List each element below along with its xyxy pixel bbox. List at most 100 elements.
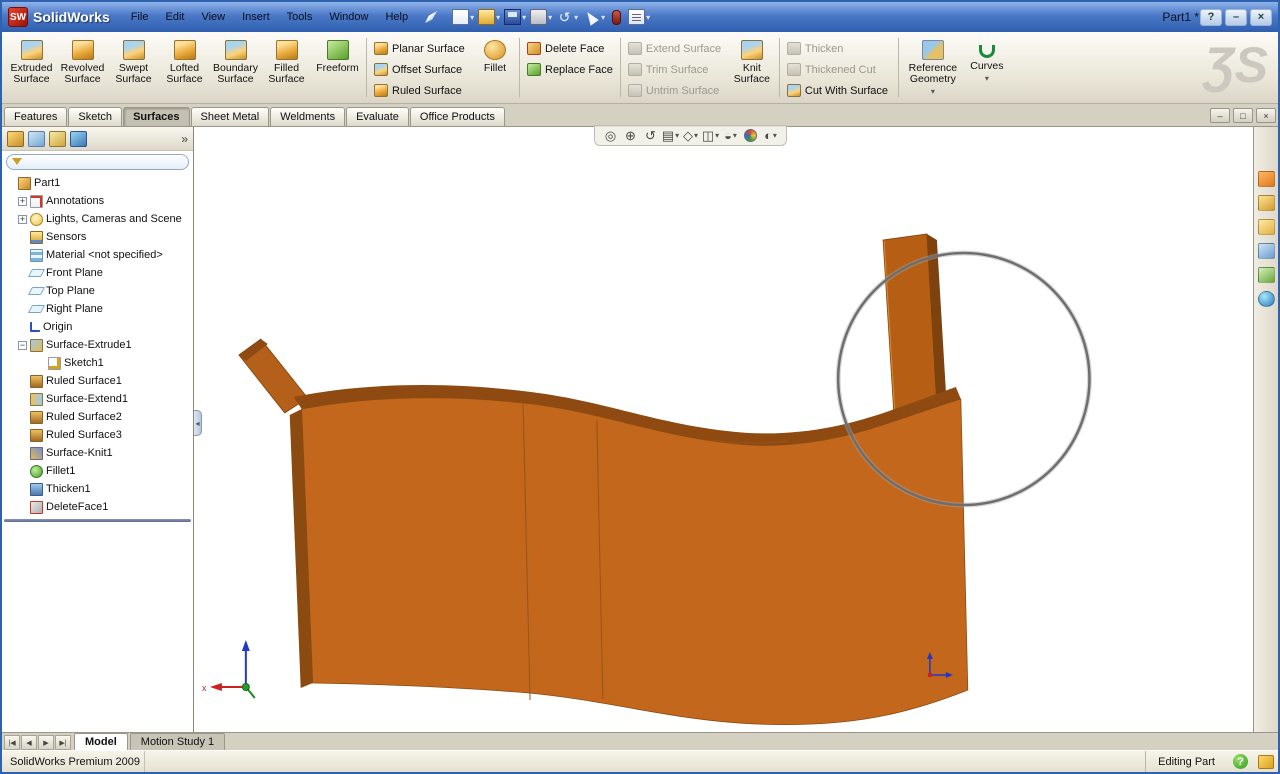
knit-surface-button[interactable]: Knit Surface bbox=[728, 34, 776, 101]
tree-item-surface-knit1[interactable]: Surface-Knit1 bbox=[2, 444, 193, 462]
menu-insert[interactable]: Insert bbox=[234, 8, 278, 26]
close-button[interactable]: × bbox=[1250, 8, 1272, 26]
view-settings-icon[interactable]: ◐ ▾ bbox=[761, 127, 780, 144]
new-document-button[interactable]: ▾ bbox=[450, 8, 476, 26]
dimxpertmanager-tab-icon[interactable] bbox=[70, 130, 87, 147]
tree-item-lights[interactable]: + Lights, Cameras and Scene bbox=[2, 210, 193, 228]
tree-item-front-plane[interactable]: Front Plane bbox=[2, 264, 193, 282]
tree-filter-field[interactable] bbox=[6, 153, 189, 170]
sketch-circle[interactable] bbox=[835, 250, 1092, 508]
tree-item-origin[interactable]: Origin bbox=[2, 318, 193, 336]
open-button[interactable]: ▾ bbox=[476, 8, 502, 26]
fillet-button[interactable]: Fillet bbox=[474, 34, 516, 101]
menu-view[interactable]: View bbox=[193, 8, 233, 26]
freeform-button[interactable]: Freeform bbox=[312, 34, 363, 101]
thickened-cut-button[interactable]: Thickened Cut bbox=[783, 60, 895, 79]
view-orientation-icon[interactable]: ◇ ▾ bbox=[681, 127, 700, 144]
tab-scroll-first-button[interactable]: |◀ bbox=[4, 735, 20, 750]
zoom-fit-icon[interactable]: ◎ bbox=[601, 127, 620, 144]
design-library-icon[interactable] bbox=[1257, 195, 1275, 211]
tree-item-ruled-surface2[interactable]: Ruled Surface2 bbox=[2, 408, 193, 426]
graphics-viewport[interactable]: ◎ ⊕ ↺ ▤ ▾ ◇ ▾ ◫ ▾ ◒ ▾ ◐ ▾ ◂ x bbox=[194, 125, 1253, 732]
expander[interactable]: − bbox=[18, 340, 27, 350]
menu-edit[interactable]: Edit bbox=[158, 8, 193, 26]
tab-scroll-prev-button[interactable]: ◀ bbox=[21, 735, 37, 750]
tree-item-sketch1[interactable]: Sketch1 bbox=[2, 354, 193, 372]
menu-window[interactable]: Window bbox=[321, 8, 376, 26]
dropdown-caret-icon[interactable]: ▾ bbox=[985, 75, 989, 83]
tree-item-material[interactable]: Material <not specified> bbox=[2, 246, 193, 264]
planar-surface-button[interactable]: Planar Surface bbox=[370, 39, 474, 58]
reference-geometry-button[interactable]: Reference Geometry ▾ bbox=[902, 34, 964, 101]
featuremanager-tab-icon[interactable] bbox=[7, 130, 24, 147]
resources-home-icon[interactable] bbox=[1257, 171, 1275, 187]
print-button[interactable]: ▾ bbox=[528, 8, 554, 26]
appearances-icon[interactable] bbox=[1257, 291, 1275, 307]
tree-item-sensors[interactable]: Sensors bbox=[2, 228, 193, 246]
menu-tools[interactable]: Tools bbox=[279, 8, 321, 26]
tab-features[interactable]: Features bbox=[4, 107, 68, 126]
replace-face-button[interactable]: Replace Face bbox=[523, 60, 617, 79]
tab-office-products[interactable]: Office Products bbox=[409, 107, 505, 126]
doc-minimize-button[interactable]: – bbox=[1210, 108, 1230, 123]
hide-show-items-icon[interactable]: ◒ ▾ bbox=[721, 127, 740, 144]
delete-face-button[interactable]: Delete Face bbox=[523, 39, 617, 58]
tree-item-surface-extrude1[interactable]: − Surface-Extrude1 bbox=[2, 336, 193, 354]
boundary-surface-button[interactable]: Boundary Surface bbox=[210, 34, 261, 101]
ruled-surface-button[interactable]: Ruled Surface bbox=[370, 81, 474, 100]
panel-overflow-chevron[interactable]: » bbox=[181, 132, 188, 146]
apply-scene-icon[interactable] bbox=[741, 127, 760, 144]
tree-item-surface-extend1[interactable]: Surface-Extend1 bbox=[2, 390, 193, 408]
rebuild-button[interactable] bbox=[607, 9, 626, 26]
doc-restore-button[interactable]: □ bbox=[1233, 108, 1253, 123]
display-style-icon[interactable]: ◫ ▾ bbox=[701, 127, 720, 144]
extruded-surface-button[interactable]: Extruded Surface bbox=[6, 34, 57, 101]
dropdown-caret-icon[interactable]: ▾ bbox=[931, 88, 935, 96]
tree-item-fillet1[interactable]: Fillet1 bbox=[2, 462, 193, 480]
offset-surface-button[interactable]: Offset Surface bbox=[370, 60, 474, 79]
options-button[interactable]: ▾ bbox=[626, 8, 652, 26]
tab-sketch[interactable]: Sketch bbox=[68, 107, 123, 126]
tree-item-annotations[interactable]: + Annotations bbox=[2, 192, 193, 210]
propertymanager-tab-icon[interactable] bbox=[28, 130, 45, 147]
filled-surface-button[interactable]: Filled Surface bbox=[261, 34, 312, 101]
panel-splitter-handle[interactable]: ◂ bbox=[194, 410, 202, 436]
doc-close-button[interactable]: × bbox=[1256, 108, 1276, 123]
tree-item-deleteface1[interactable]: DeleteFace1 bbox=[2, 498, 193, 516]
tree-item-ruled-surface3[interactable]: Ruled Surface3 bbox=[2, 426, 193, 444]
menu-help[interactable]: Help bbox=[377, 8, 416, 26]
lofted-surface-button[interactable]: Lofted Surface bbox=[159, 34, 210, 101]
cut-with-surface-button[interactable]: Cut With Surface bbox=[783, 81, 895, 100]
tab-scroll-next-button[interactable]: ▶ bbox=[38, 735, 54, 750]
tree-item-part1[interactable]: Part1 bbox=[2, 174, 193, 192]
configurationmanager-tab-icon[interactable] bbox=[49, 130, 66, 147]
model-surface[interactable] bbox=[289, 385, 969, 726]
tree-item-top-plane[interactable]: Top Plane bbox=[2, 282, 193, 300]
tab-evaluate[interactable]: Evaluate bbox=[346, 107, 409, 126]
search-icon[interactable] bbox=[1257, 243, 1275, 259]
curves-button[interactable]: Curves ▾ bbox=[964, 34, 1010, 101]
zoom-to-area-icon[interactable]: ⊕ bbox=[621, 127, 640, 144]
swept-surface-button[interactable]: Swept Surface bbox=[108, 34, 159, 101]
untrim-surface-button[interactable]: Untrim Surface bbox=[624, 81, 728, 100]
tab-weldments[interactable]: Weldments bbox=[270, 107, 346, 126]
tree-item-thicken1[interactable]: Thicken1 bbox=[2, 480, 193, 498]
extend-surface-button[interactable]: Extend Surface bbox=[624, 39, 728, 58]
graphics-area[interactable]: x bbox=[194, 127, 1253, 732]
tab-sheet-metal[interactable]: Sheet Metal bbox=[190, 107, 270, 126]
previous-view-icon[interactable]: ↺ bbox=[641, 127, 660, 144]
revolved-surface-button[interactable]: Revolved Surface bbox=[57, 34, 108, 101]
select-button[interactable]: ▾ bbox=[580, 8, 607, 26]
tree-item-right-plane[interactable]: Right Plane bbox=[2, 300, 193, 318]
rollback-bar[interactable] bbox=[4, 519, 191, 522]
view-palette-icon[interactable] bbox=[1257, 267, 1275, 283]
expander[interactable]: + bbox=[18, 214, 27, 224]
minimize-button[interactable]: – bbox=[1225, 8, 1247, 26]
tab-surfaces[interactable]: Surfaces bbox=[123, 107, 190, 126]
thicken-button[interactable]: Thicken bbox=[783, 39, 895, 58]
tab-motion-study-1[interactable]: Motion Study 1 bbox=[129, 733, 226, 750]
tab-model[interactable]: Model bbox=[74, 733, 128, 750]
section-view-icon[interactable]: ▤ ▾ bbox=[661, 127, 680, 144]
expander[interactable]: + bbox=[18, 196, 27, 206]
save-button[interactable]: ▾ bbox=[502, 8, 528, 26]
